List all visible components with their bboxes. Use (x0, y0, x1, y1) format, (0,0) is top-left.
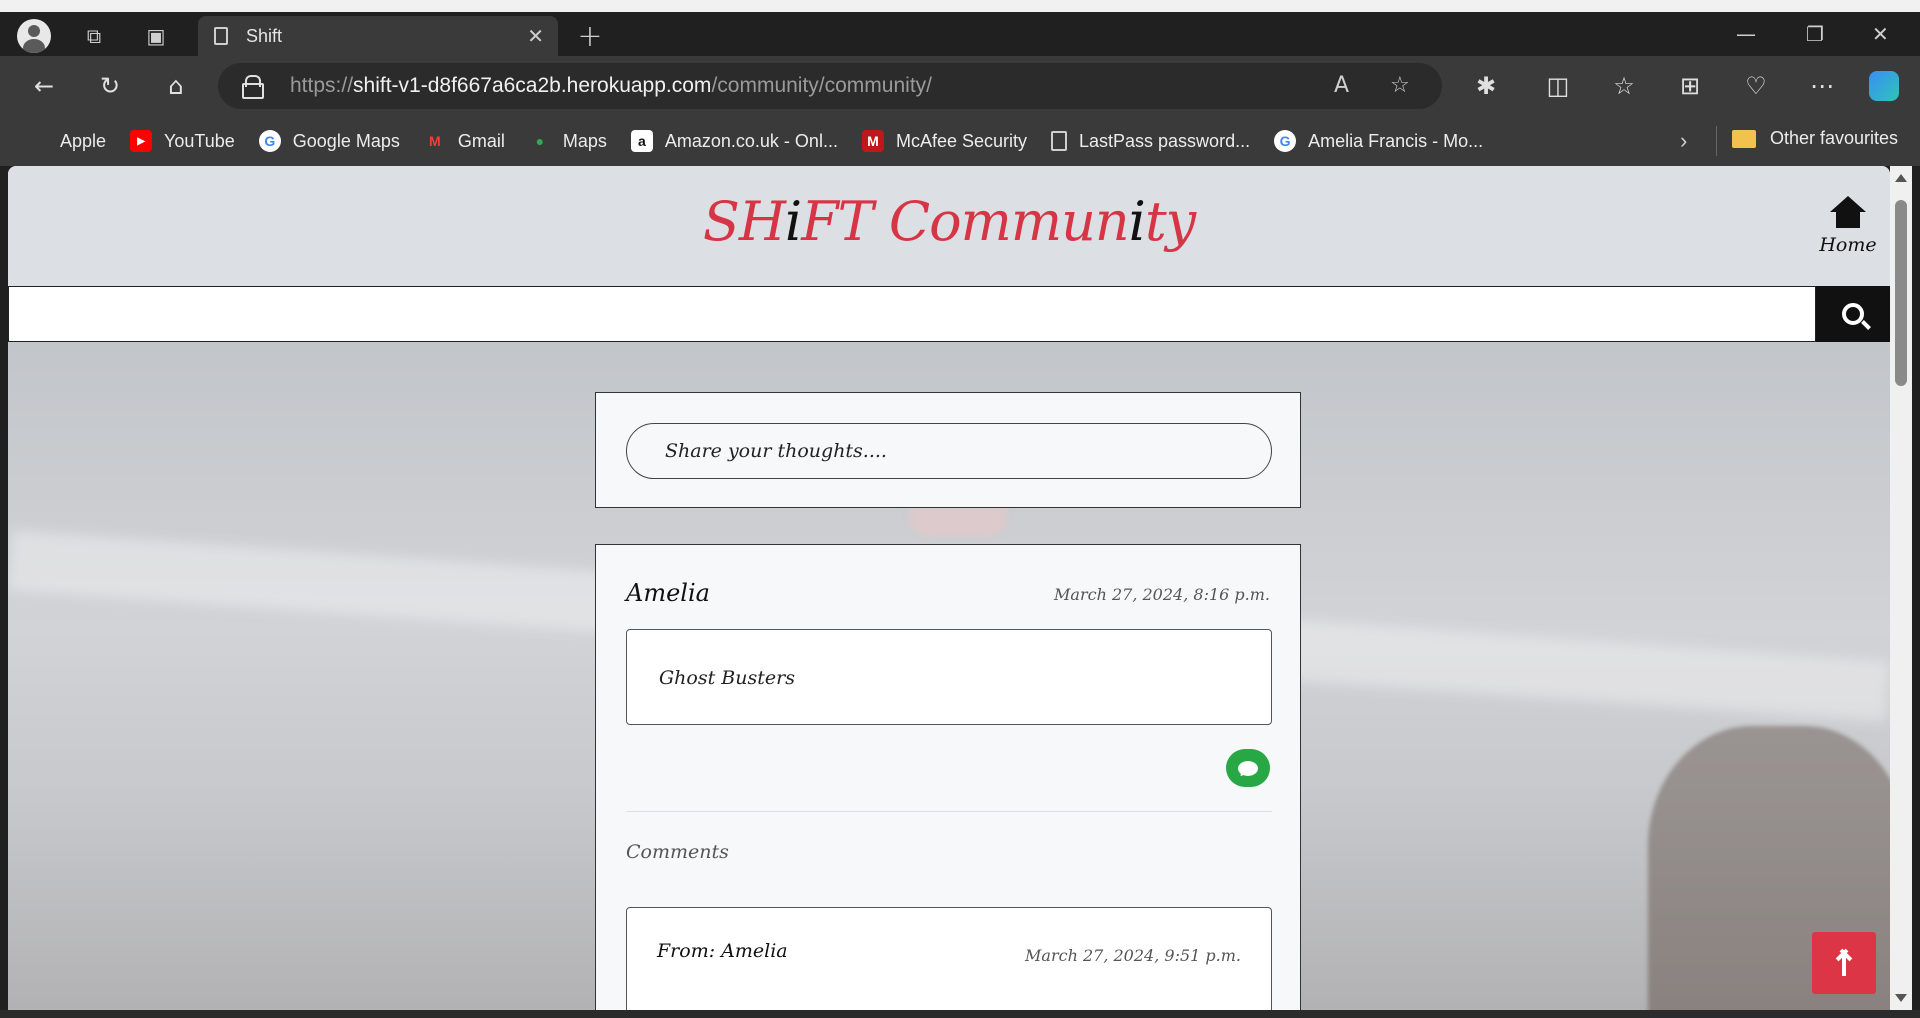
bookmark-maps[interactable]: ● Maps (529, 130, 607, 152)
comment-icon (1238, 760, 1258, 776)
bookmark-google-maps[interactable]: G Google Maps (258, 130, 400, 152)
back-icon[interactable]: ← (26, 68, 62, 104)
favorite-star-icon[interactable]: ☆ (1390, 73, 1410, 98)
search-icon (1842, 303, 1864, 325)
scroll-up-icon[interactable] (1895, 174, 1907, 182)
comment-date: March 27, 2024, 9:51 p.m. (1025, 946, 1241, 965)
bookmark-amazon[interactable]: a Amazon.co.uk - Onl... (630, 130, 838, 152)
bookmark-apple[interactable]: Apple (26, 130, 106, 152)
youtube-icon: ▶ (130, 130, 153, 152)
post-date: March 27, 2024, 8:16 p.m. (1054, 585, 1270, 604)
lock-icon[interactable] (242, 75, 264, 99)
other-favourites[interactable]: Other favourites (1732, 128, 1898, 149)
more-menu-icon[interactable]: ⋯ (1804, 68, 1840, 104)
home-label: Home (1819, 234, 1877, 256)
amazon-icon: a (630, 130, 653, 152)
share-thoughts-input[interactable]: Share your thoughts.... (626, 423, 1272, 479)
home-icon[interactable]: ⌂ (158, 68, 194, 104)
scrollbar[interactable] (1890, 166, 1912, 1010)
comment-author: From: Amelia (657, 940, 788, 962)
read-aloud-icon[interactable]: A (1334, 73, 1349, 98)
url-text[interactable]: https://shift-v1-d8f667a6ca2b.herokuapp.… (290, 74, 932, 98)
refresh-icon[interactable]: ↻ (92, 68, 128, 104)
split-screen-icon[interactable]: ◫ (1540, 68, 1576, 104)
post-card: Amelia March 27, 2024, 8:16 p.m. Ghost B… (595, 544, 1301, 1010)
home-link[interactable]: Home (1818, 196, 1878, 256)
minimize-icon[interactable]: — (1736, 22, 1756, 46)
mcafee-icon: M (861, 130, 884, 152)
maps-pin-icon: ● (535, 133, 545, 149)
arrow-up-icon (1842, 950, 1846, 976)
bookmark-amelia-francis[interactable]: G Amelia Francis - Mo... (1274, 130, 1483, 152)
vertical-tabs-icon[interactable]: ▣ (138, 18, 174, 54)
house-icon (1830, 196, 1866, 230)
bookmark-gmail[interactable]: M Gmail (424, 130, 505, 152)
search-bar (8, 286, 1890, 342)
tab-bar: ⧉ ▣ Shift ✕ + — ❐ ✕ (0, 12, 1920, 56)
window-top-strip (0, 0, 1920, 12)
post-body: Ghost Busters (626, 629, 1272, 725)
scrollbar-thumb[interactable] (1895, 200, 1907, 386)
bookmarks-bar: Apple ▶ YouTube G Google Maps M Gmail ● Maps… (0, 116, 1920, 166)
bookmark-mcafee[interactable]: M McAfee Security (861, 130, 1027, 152)
google-icon: G (1274, 130, 1297, 152)
apple-icon (26, 130, 48, 152)
window-bottom-strip (0, 1010, 1920, 1018)
scroll-down-icon[interactable] (1895, 994, 1907, 1002)
restore-icon[interactable]: ❐ (1806, 22, 1824, 46)
navigation-bar: ← ↻ ⌂ https://shift-v1-d8f667a6ca2b.hero… (0, 56, 1920, 116)
address-bar[interactable]: https://shift-v1-d8f667a6ca2b.herokuapp.… (218, 63, 1442, 109)
share-thoughts-card: Share your thoughts.... (595, 392, 1301, 508)
google-icon: G (258, 130, 281, 152)
chevron-right-icon[interactable]: › (1680, 128, 1687, 154)
browser-window: ⧉ ▣ Shift ✕ + — ❐ ✕ ← ↻ ⌂ https://shift-… (0, 0, 1920, 1018)
close-tab-icon[interactable]: ✕ (527, 24, 544, 49)
tab-title: Shift (246, 25, 283, 46)
copilot-icon[interactable] (1866, 68, 1902, 104)
comment-item: From: Amelia March 27, 2024, 9:51 p.m. (626, 907, 1272, 1010)
site-header: SHiFT Community Home (8, 166, 1890, 286)
extensions-icon[interactable]: ✱ (1468, 68, 1504, 104)
close-window-icon[interactable]: ✕ (1872, 22, 1889, 46)
site-brand[interactable]: SHiFT Community (8, 190, 1890, 253)
new-tab-icon[interactable]: + (572, 18, 608, 54)
page-icon (1051, 131, 1067, 151)
comments-heading: Comments (626, 841, 729, 863)
browser-essentials-icon[interactable]: ♡ (1738, 68, 1774, 104)
bookmark-lastpass[interactable]: LastPass password... (1051, 131, 1250, 152)
search-button[interactable] (1816, 286, 1890, 342)
back-to-top-button[interactable] (1812, 932, 1876, 994)
collections-icon[interactable]: ⊞ (1672, 68, 1708, 104)
search-input[interactable] (8, 286, 1816, 342)
post-author: Amelia (626, 579, 710, 607)
page-icon (214, 27, 228, 45)
page-viewport: SHiFT Community Home Share your thoughts… (8, 166, 1890, 1010)
workspaces-icon[interactable]: ⧉ (76, 18, 112, 54)
profile-avatar[interactable] (16, 18, 52, 54)
divider (626, 811, 1272, 812)
gmail-icon: M (429, 133, 441, 149)
bookmark-youtube[interactable]: ▶ YouTube (130, 130, 235, 152)
folder-icon (1732, 129, 1756, 148)
add-comment-button[interactable] (1226, 749, 1270, 787)
tab-shift[interactable]: Shift ✕ (198, 16, 558, 56)
bookmarks-divider (1716, 126, 1717, 156)
favorites-icon[interactable]: ☆ (1606, 68, 1642, 104)
